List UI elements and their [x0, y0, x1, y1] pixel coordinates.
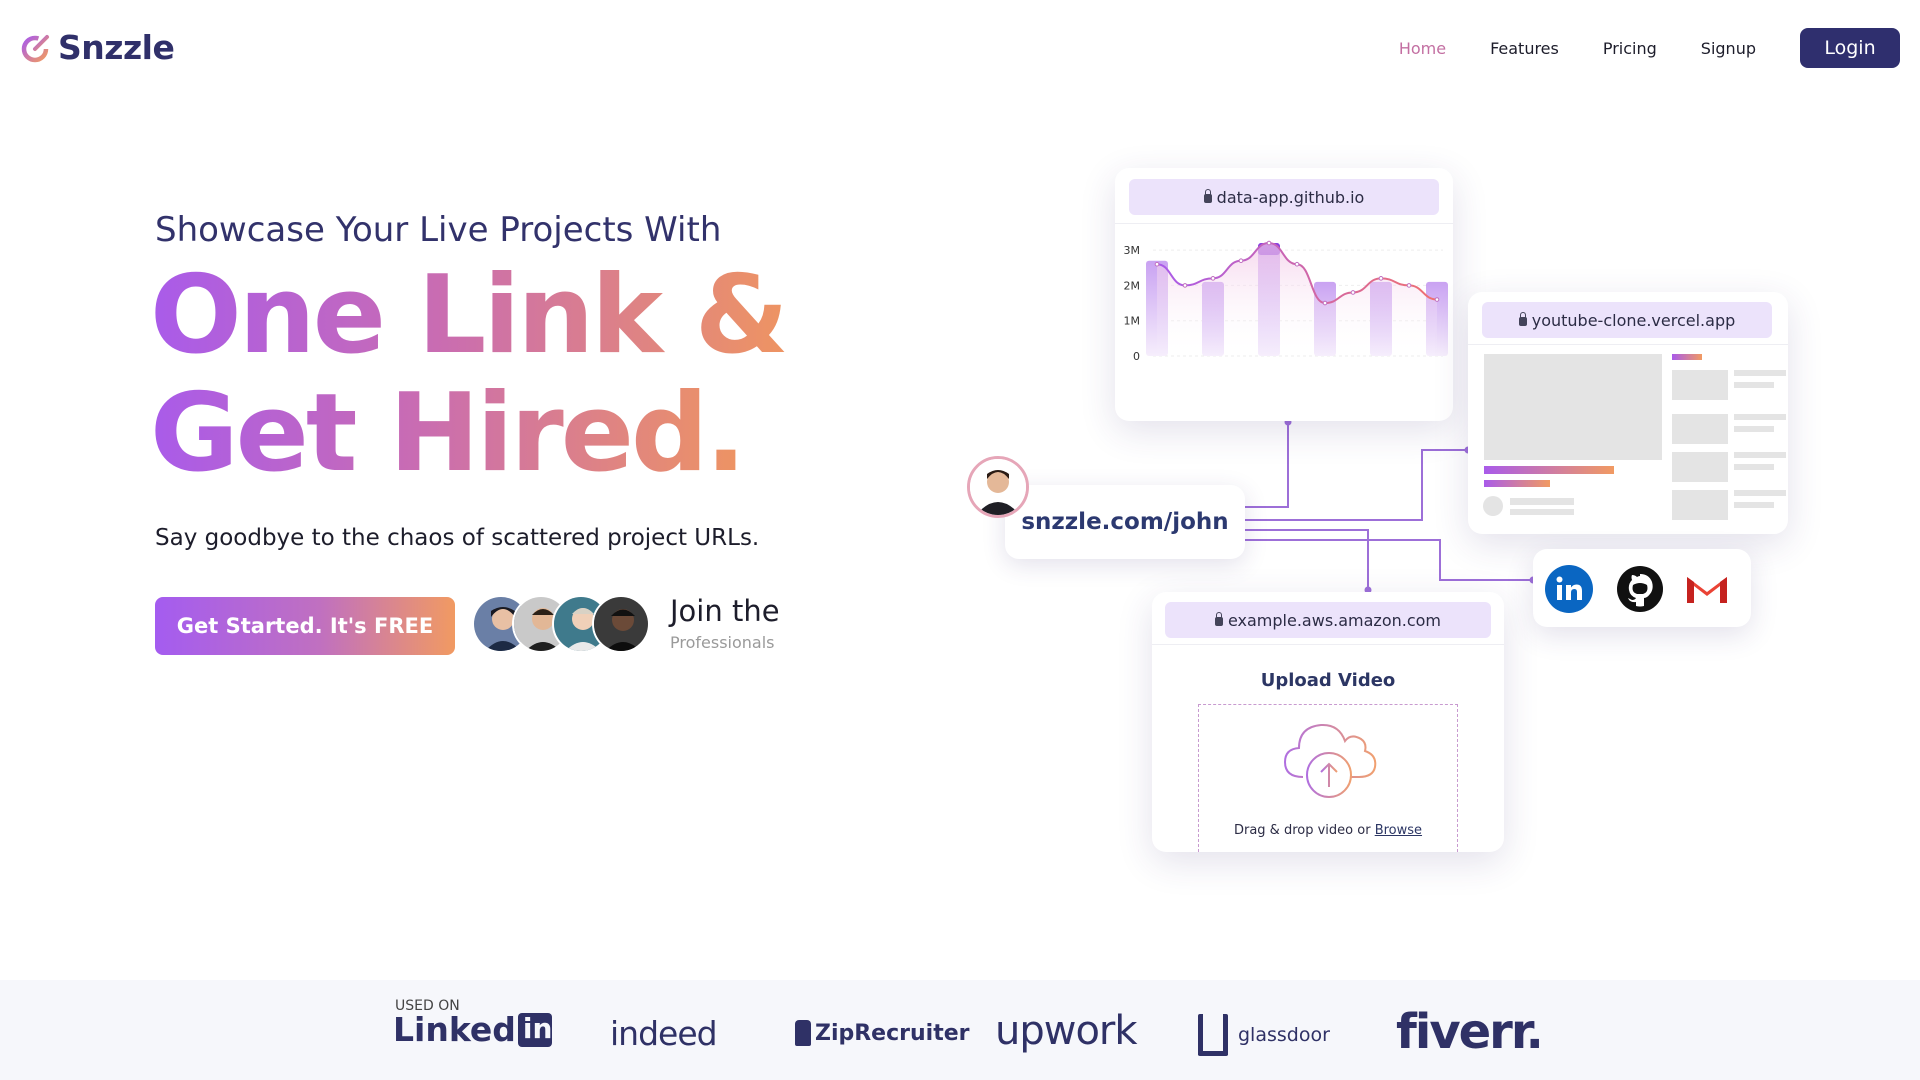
- glassdoor-logo: glassdoor: [1198, 1014, 1330, 1056]
- chart-point: [1434, 297, 1440, 302]
- chart-project-card[interactable]: data-app.github.io 0 1M 2M 3M: [1115, 168, 1453, 421]
- upwork-logo: upwork: [995, 1008, 1138, 1054]
- youtube-url-bar: youtube-clone.vercel.app: [1482, 302, 1772, 338]
- chart-y-tick-label: 3M: [1124, 244, 1141, 257]
- chart-point: [1406, 283, 1412, 288]
- lock-icon: [1518, 311, 1527, 326]
- linkedin-logo: Linked in: [393, 1010, 552, 1049]
- github-icon[interactable]: [1616, 565, 1664, 613]
- lock-icon: [1214, 611, 1223, 626]
- dropzone-text: Drag & drop video or Browse: [1199, 823, 1457, 838]
- chart-point: [1322, 300, 1328, 306]
- social-links-card: [1533, 549, 1751, 627]
- indeed-logo: indeed: [610, 1014, 718, 1053]
- glassdoor-mark-icon: [1198, 1014, 1228, 1056]
- drop-instruction: Drag & drop video or: [1233, 823, 1371, 838]
- aws-url: example.aws.amazon.com: [1227, 610, 1442, 630]
- chart-url-bar: data-app.github.io: [1129, 179, 1439, 215]
- ziprecruiter-mark-icon: [795, 1020, 811, 1046]
- profile-link-pill[interactable]: snzzle.com/john: [1005, 485, 1245, 559]
- chart-point: [1210, 276, 1216, 281]
- chart-point: [1182, 283, 1188, 288]
- chart-point: [1350, 290, 1356, 295]
- browse-link[interactable]: Browse: [1375, 823, 1422, 838]
- chart-point: [1378, 276, 1384, 281]
- aws-url-bar: example.aws.amazon.com: [1165, 602, 1491, 638]
- linkedin-icon[interactable]: [1545, 565, 1593, 613]
- chart-y-tick-label: 0: [1133, 350, 1140, 363]
- video-layout-preview: [1483, 354, 1786, 520]
- upload-project-card[interactable]: example.aws.amazon.com Upload Video Drag…: [1152, 592, 1504, 852]
- chart-point: [1238, 258, 1244, 264]
- linkedin-wordmark-text: Linked: [393, 1010, 516, 1049]
- upload-title: Upload Video: [1260, 670, 1396, 691]
- chart-y-tick-label: 1M: [1124, 315, 1141, 328]
- divider: [1152, 644, 1504, 645]
- chart-url: data-app.github.io: [1216, 187, 1365, 207]
- ziprecruiter-wordmark: ZipRecruiter: [815, 1020, 970, 1046]
- chart-point: [1154, 261, 1160, 267]
- linkedin-in-badge: in: [517, 1012, 552, 1047]
- john-avatar: [967, 456, 1029, 518]
- chart-point: [1294, 261, 1300, 267]
- chart-y-tick-label: 2M: [1124, 279, 1141, 292]
- youtube-project-card[interactable]: youtube-clone.vercel.app: [1468, 292, 1788, 534]
- chart-point: [1266, 240, 1272, 246]
- glassdoor-wordmark: glassdoor: [1238, 1024, 1330, 1046]
- video-dropzone[interactable]: Drag & drop video or Browse: [1198, 704, 1458, 852]
- connector-lines: [1245, 418, 1537, 594]
- lock-icon: [1203, 188, 1212, 203]
- youtube-url: youtube-clone.vercel.app: [1531, 310, 1736, 330]
- gmail-icon[interactable]: [1683, 565, 1731, 613]
- cloud-upload-icon: [1283, 723, 1377, 798]
- landing-page: Snzzle Home Features Pricing Signup Logi…: [0, 0, 1920, 1080]
- fiverr-logo: fiverr.: [1396, 1004, 1544, 1060]
- views-chart: 0 1M 2M 3M: [1124, 240, 1448, 363]
- ziprecruiter-logo: ZipRecruiter: [795, 1020, 969, 1046]
- divider: [1468, 344, 1788, 345]
- divider: [1115, 223, 1453, 224]
- chart-area: [1157, 243, 1437, 356]
